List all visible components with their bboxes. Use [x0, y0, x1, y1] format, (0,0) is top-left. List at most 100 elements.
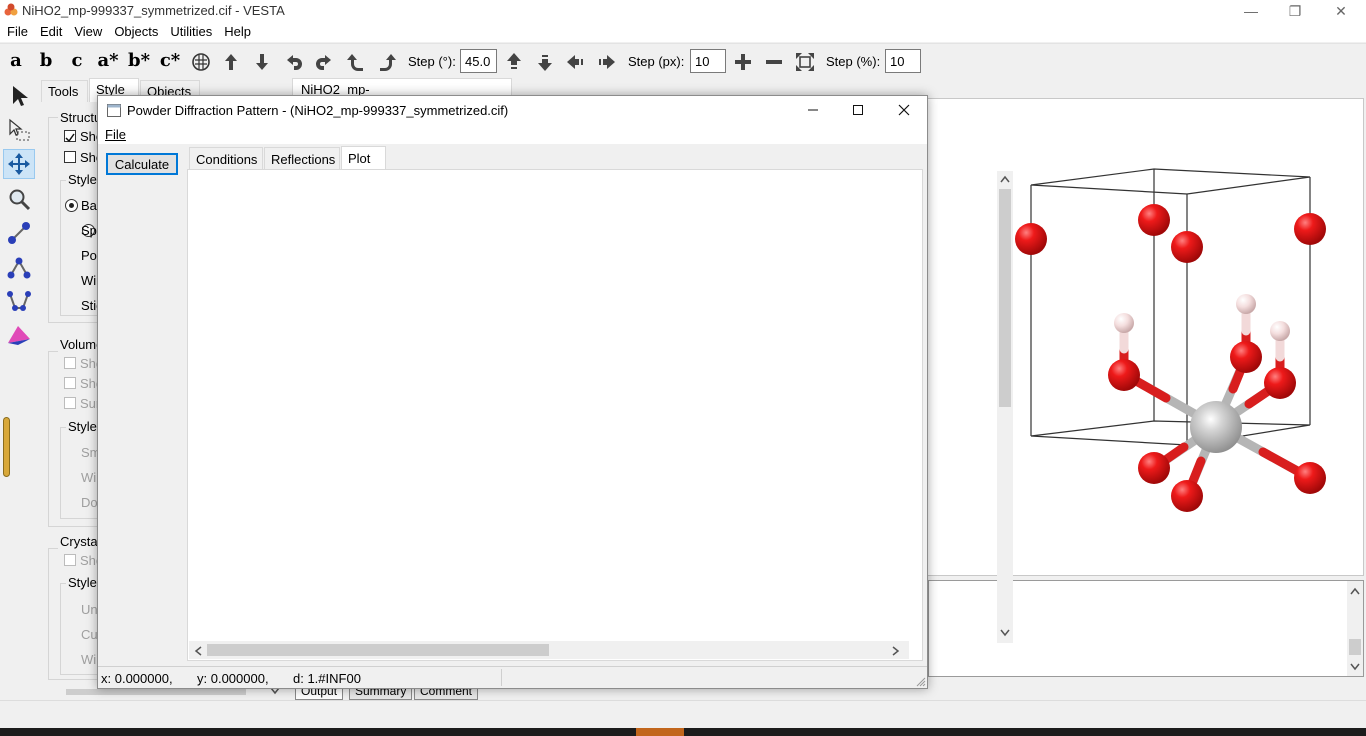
region-select-tool-button[interactable]	[3, 115, 35, 145]
plot-vscroll-thumb[interactable]	[999, 189, 1011, 407]
marquee-select-icon	[9, 118, 30, 141]
output-vscrollbar[interactable]	[1347, 581, 1363, 676]
step-degree-label: Step (°):	[408, 54, 456, 69]
translate-tool-button[interactable]	[3, 149, 35, 179]
zoom-out-icon[interactable]	[764, 52, 784, 72]
tab-reflections[interactable]: Reflections	[264, 147, 340, 169]
translate-right-icon[interactable]	[596, 52, 616, 72]
close-button[interactable]: ✕	[1318, 0, 1364, 22]
volume-dots-label: Do	[81, 495, 98, 510]
main-status-bar	[0, 700, 1366, 728]
dihedral-tool-button[interactable]	[3, 286, 35, 316]
calculate-button[interactable]: Calculate	[106, 153, 178, 175]
dialog-maximize-button[interactable]	[835, 96, 881, 124]
style-ball-radio[interactable]	[65, 199, 78, 212]
view-along-a-button[interactable]: a	[3, 50, 29, 71]
side-panel-hscrollbar[interactable]	[66, 689, 246, 695]
view-along-c-star-button[interactable]: c*	[157, 50, 183, 71]
dialog-menu-file[interactable]: File	[105, 127, 126, 142]
translate-left-icon[interactable]	[566, 52, 586, 72]
dialog-menubar: File	[98, 124, 927, 144]
palette-slider-handle[interactable]	[3, 417, 10, 477]
angle-tool-button[interactable]	[3, 252, 35, 282]
plot-vscrollbar[interactable]	[997, 171, 1013, 643]
view-along-b-button[interactable]: b	[33, 50, 59, 71]
dialog-title: Powder Diffraction Pattern - (NiHO2_mp-9…	[127, 103, 509, 118]
output-scroll-thumb[interactable]	[1349, 639, 1361, 655]
menu-help[interactable]: Help	[217, 22, 256, 42]
output-text-area[interactable]	[928, 580, 1364, 677]
menu-utilities[interactable]: Utilities	[163, 22, 217, 42]
plot-hscroll-thumb[interactable]	[207, 644, 549, 656]
rotate-cw-icon[interactable]	[377, 52, 397, 72]
window-title: NiHO2_mp-999337_symmetrized.cif - VESTA	[22, 3, 285, 18]
toolbar: a b c a* b* c* Step (°): Step (px): Step…	[0, 43, 1366, 77]
show-second-checkbox[interactable]	[64, 151, 76, 163]
resize-grip-icon[interactable]	[916, 677, 926, 687]
select-tool-button[interactable]	[3, 81, 35, 111]
menu-objects[interactable]: Objects	[107, 22, 163, 42]
rotate-left-icon[interactable]	[284, 52, 304, 72]
d-spacing-readout: d: 1.#INF00	[293, 671, 361, 686]
scroll-down-icon[interactable]	[1350, 663, 1360, 671]
volume-surface-checkbox[interactable]	[64, 397, 76, 409]
taskbar-active-app[interactable]	[636, 728, 684, 736]
minimize-button[interactable]: —	[1228, 0, 1274, 22]
scroll-up-icon[interactable]	[1000, 175, 1010, 183]
lattice-plane-tool-button[interactable]	[3, 320, 35, 350]
translate-up-icon[interactable]	[504, 52, 524, 72]
distance-tool-button[interactable]	[3, 218, 35, 248]
standard-orientation-icon[interactable]	[191, 52, 211, 72]
tab-conditions[interactable]: Conditions	[189, 147, 263, 169]
status-divider	[501, 669, 502, 686]
scroll-left-icon[interactable]	[194, 646, 202, 656]
show-structure-checkbox[interactable]	[64, 130, 76, 143]
crystal-group-label: Crystal	[58, 534, 103, 549]
volume-show-1-checkbox[interactable]	[64, 357, 76, 369]
dialog-title-bar: Powder Diffraction Pattern - (NiHO2_mp-9…	[98, 96, 927, 124]
style-wireframe-label: Wi	[81, 273, 97, 288]
os-taskbar	[0, 728, 1366, 736]
scroll-up-icon[interactable]	[1350, 587, 1360, 595]
dialog-minimize-button[interactable]	[790, 96, 836, 124]
dialog-window-icon	[107, 104, 121, 117]
step-px-input[interactable]	[690, 49, 726, 73]
crystal-show-checkbox[interactable]	[64, 554, 76, 566]
menu-edit[interactable]: Edit	[33, 22, 67, 42]
restore-button[interactable]: ❐	[1272, 0, 1318, 22]
crystal-unicolor-label: Un	[81, 602, 98, 617]
step-pct-label: Step (%):	[826, 54, 881, 69]
tab-tools[interactable]: Tools	[41, 80, 88, 102]
plot-hscrollbar[interactable]	[189, 641, 909, 659]
zoom-in-icon[interactable]	[733, 52, 753, 72]
style-polyhedral-label: Po	[81, 248, 97, 263]
tab-plot[interactable]: Plot	[341, 146, 386, 170]
step-degree-input[interactable]	[460, 49, 497, 73]
translate-down-icon[interactable]	[535, 52, 555, 72]
diffraction-plot-area[interactable]	[187, 169, 1013, 661]
scroll-down-icon[interactable]	[1000, 629, 1010, 637]
view-along-c-button[interactable]: c	[64, 50, 90, 71]
rotate-down-icon[interactable]	[252, 52, 272, 72]
menu-file[interactable]: File	[0, 22, 33, 42]
scroll-right-icon[interactable]	[892, 646, 900, 656]
angle-icon	[7, 257, 31, 279]
dihedral-angle-icon	[7, 291, 31, 311]
step-px-label: Step (px):	[628, 54, 685, 69]
distance-icon	[8, 222, 30, 244]
rotate-up-icon[interactable]	[221, 52, 241, 72]
rotate-right-icon[interactable]	[314, 52, 334, 72]
view-along-a-star-button[interactable]: a*	[95, 50, 121, 71]
crystal-custom-label: Cu	[81, 627, 98, 642]
step-pct-input[interactable]	[885, 49, 921, 73]
dialog-close-button[interactable]	[881, 96, 927, 124]
cursor-x-readout: x: 0.000000,	[101, 671, 173, 686]
view-along-b-star-button[interactable]: b*	[126, 50, 152, 71]
magnify-tool-button[interactable]	[3, 184, 35, 214]
crystal-style-label: Style	[66, 575, 99, 590]
menu-view[interactable]: View	[67, 22, 107, 42]
fit-to-screen-icon[interactable]	[795, 52, 815, 72]
rotate-ccw-icon[interactable]	[346, 52, 366, 72]
volume-show-2-checkbox[interactable]	[64, 377, 76, 389]
volume-style-label: Style	[66, 419, 99, 434]
